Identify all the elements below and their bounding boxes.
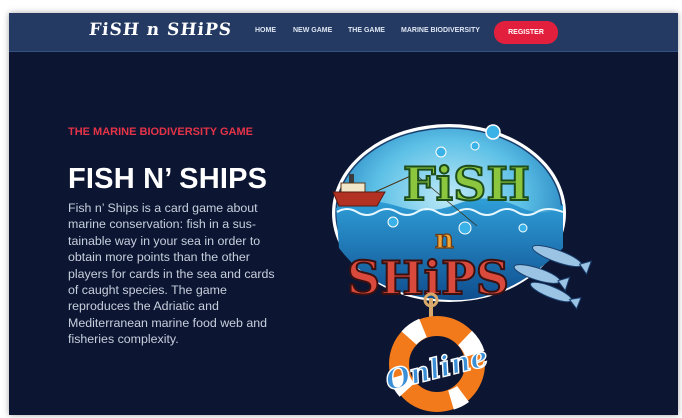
hero-description: Fish n’ Ships is a card game about marin…	[68, 201, 275, 347]
hero-title: FISH N’ SHIPS	[68, 163, 268, 195]
logo-word-fish: FiSH	[403, 157, 530, 211]
site-logo[interactable]: FiSH n SHiPS	[88, 20, 233, 40]
nav-new-game[interactable]: NEW GAME	[293, 27, 332, 34]
game-logo-illustration: FiSH n SHiPS Online	[332, 124, 593, 412]
browser-viewport: FiSH n SHiPS HOME NEW GAME THE GAME MARI…	[9, 13, 678, 415]
top-navbar: FiSH n SHiPS HOME NEW GAME THE GAME MARI…	[9, 13, 678, 52]
nav-home[interactable]: HOME	[255, 27, 276, 34]
register-button[interactable]: REGISTER	[494, 21, 558, 44]
nav-marine-biodiversity[interactable]: MARINE BIODIVERSITY	[401, 27, 480, 34]
nav-the-game[interactable]: THE GAME	[348, 27, 385, 34]
hero-eyebrow: THE MARINE BIODIVERSITY GAME	[68, 126, 253, 138]
logo-word-ships: SHiPS	[347, 251, 509, 305]
